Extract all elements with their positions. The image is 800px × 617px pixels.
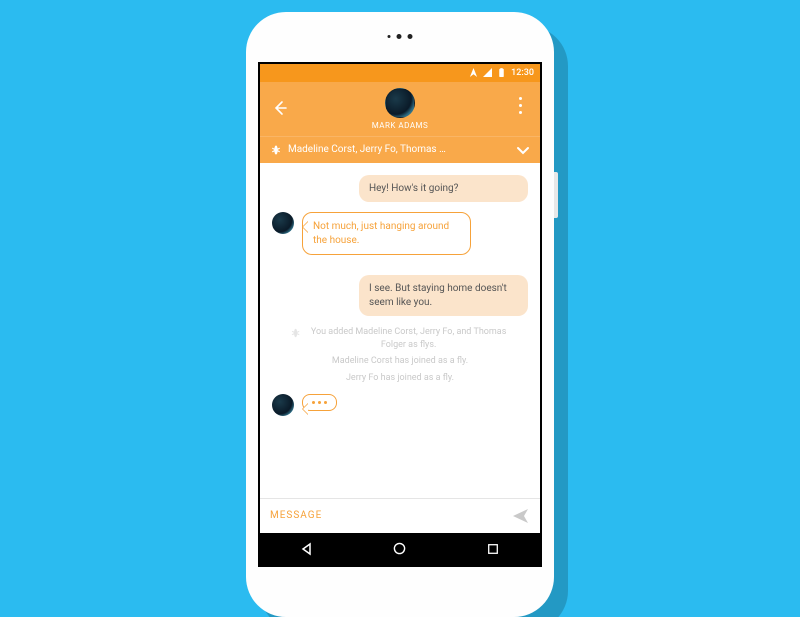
sender-avatar[interactable]: [272, 212, 294, 234]
circle-home-icon: [393, 542, 406, 555]
chat-header: MARK ADAMS: [260, 82, 540, 136]
message-outgoing: Hey! How's it going?: [359, 175, 528, 203]
back-arrow-icon: [272, 100, 288, 116]
nav-home-button[interactable]: [380, 534, 420, 564]
status-bar: 12:30: [260, 64, 540, 82]
sender-avatar[interactable]: [272, 394, 294, 416]
system-text: You added Madeline Corst, Jerry Fo, and …: [307, 326, 510, 351]
message-incoming: Not much, just hanging around the house.: [302, 212, 471, 255]
fly-icon: [290, 326, 301, 340]
square-recents-icon: [487, 543, 499, 555]
triangle-back-icon: [300, 542, 314, 556]
signal-icon: [483, 68, 492, 77]
message-text: Not much, just hanging around the house.: [313, 221, 449, 246]
chat-scroll-area[interactable]: Hey! How's it going? Not much, just hang…: [260, 163, 540, 498]
status-time: 12:30: [511, 68, 534, 78]
send-button[interactable]: [512, 507, 530, 525]
message-input[interactable]: MESSAGE: [270, 510, 504, 521]
typing-indicator: [302, 394, 337, 411]
composer-bar: MESSAGE: [260, 498, 540, 533]
contact-avatar[interactable]: [385, 88, 415, 118]
fly-icon: [270, 144, 282, 156]
screen: 12:30 MARK ADAMS Madeline Corst, Jerry F…: [258, 62, 542, 567]
nav-recents-button[interactable]: [473, 534, 513, 564]
system-message: Jerry Fo has joined as a fly.: [272, 372, 528, 385]
back-button[interactable]: [270, 98, 290, 118]
system-message: Madeline Corst has joined as a fly.: [272, 355, 528, 368]
participants-bar[interactable]: Madeline Corst, Jerry Fo, Thomas …: [260, 136, 540, 163]
participants-names: Madeline Corst, Jerry Fo, Thomas …: [288, 144, 510, 155]
gps-icon: [469, 68, 478, 77]
android-nav-bar: [260, 533, 540, 565]
contact-name-label: MARK ADAMS: [260, 121, 540, 130]
typing-row: [272, 394, 528, 416]
phone-frame: 12:30 MARK ADAMS Madeline Corst, Jerry F…: [246, 12, 554, 617]
nav-back-button[interactable]: [287, 534, 327, 564]
send-icon: [512, 507, 530, 525]
phone-speaker: [388, 34, 413, 39]
overflow-menu-button[interactable]: [512, 96, 528, 116]
message-outgoing: I see. But staying home doesn't seem lik…: [359, 275, 528, 316]
chevron-down-icon: [516, 143, 530, 157]
message-row-incoming: Not much, just hanging around the house.: [272, 212, 528, 265]
phone-side-button: [554, 172, 558, 218]
message-text: Hey! How's it going?: [369, 183, 458, 194]
battery-icon: [497, 68, 506, 77]
message-text: I see. But staying home doesn't seem lik…: [369, 283, 507, 308]
system-message: You added Madeline Corst, Jerry Fo, and …: [272, 326, 528, 351]
